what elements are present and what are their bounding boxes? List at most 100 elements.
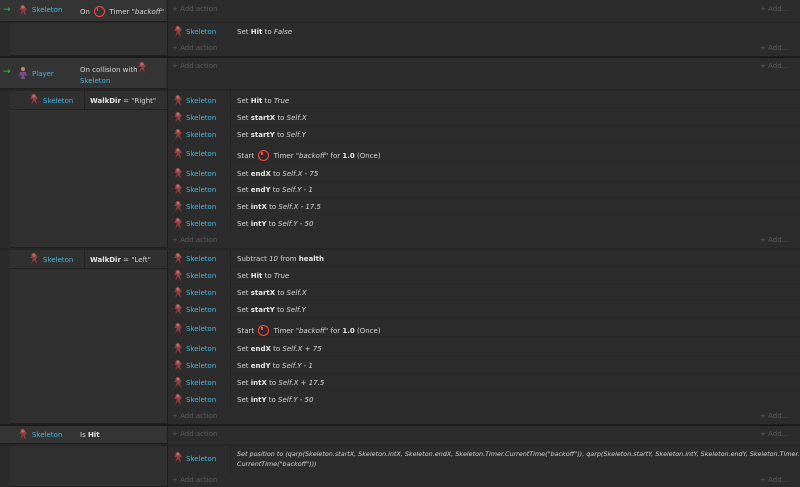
- add-action-link[interactable]: + Add action: [172, 476, 217, 484]
- action-separator: [231, 356, 800, 357]
- action-text[interactable]: Subtract 10 from health: [237, 255, 324, 263]
- condition-object: Player: [32, 70, 54, 78]
- action-object: Skeleton: [186, 455, 217, 463]
- action-object: Skeleton: [186, 289, 217, 297]
- sub-event-walkdir-left[interactable]: [10, 250, 167, 424]
- timer-icon: [94, 6, 106, 17]
- action-separator: [231, 197, 800, 198]
- skeleton-sprite-icon: [174, 270, 182, 281]
- action-text[interactable]: Set intY to Self.Y - 50: [237, 220, 313, 228]
- action-text[interactable]: Set startY to Self.Y: [237, 306, 306, 314]
- add-action-link[interactable]: + Add action: [172, 62, 217, 70]
- add-action-link[interactable]: + Add action: [172, 44, 217, 52]
- add-item-link[interactable]: + Add...: [760, 236, 788, 244]
- sub-event-empty[interactable]: [10, 23, 167, 56]
- action-separator: [231, 214, 800, 215]
- action-text[interactable]: Set Hit to True: [237, 97, 289, 105]
- skeleton-sprite-icon: [174, 253, 182, 264]
- action-separator: [231, 390, 800, 391]
- condition-text: On Timer "backoff": [80, 6, 165, 17]
- action-text[interactable]: Set Hit to False: [237, 28, 292, 36]
- skeleton-sprite-icon: [174, 360, 182, 371]
- action-text[interactable]: Set startX to Self.X: [237, 114, 307, 122]
- timer-icon: [258, 150, 270, 161]
- action-object: Skeleton: [186, 255, 217, 263]
- action-object: Skeleton: [186, 325, 217, 333]
- action-separator: [231, 108, 800, 109]
- action-text[interactable]: Set Hit to True: [237, 272, 289, 280]
- sub-event-walkdir-right[interactable]: [10, 91, 167, 248]
- action-text[interactable]: Start Timer "backoff" for 1.0 (Once): [237, 325, 381, 336]
- timer-icon: [258, 325, 270, 336]
- action-column-divider: [230, 446, 231, 473]
- condition-text: On collision with: [80, 66, 138, 74]
- skeleton-sprite-icon: [174, 184, 182, 195]
- add-item-link[interactable]: + Add...: [760, 430, 788, 438]
- add-item-link[interactable]: + Add...: [760, 5, 788, 13]
- condition-text: Is Hit: [80, 431, 100, 439]
- add-item-link[interactable]: + Add...: [760, 62, 788, 70]
- skeleton-sprite-icon: [138, 62, 146, 73]
- skeleton-sprite-icon: [19, 5, 27, 16]
- add-item-link[interactable]: + Add...: [760, 476, 788, 484]
- event-actions-timer[interactable]: [167, 0, 800, 22]
- condition-divider: [84, 250, 85, 268]
- skeleton-sprite-icon: [174, 95, 182, 106]
- action-separator: [231, 142, 800, 143]
- action-object: Skeleton: [186, 362, 217, 370]
- event-actions-collision[interactable]: [167, 58, 800, 89]
- skeleton-sprite-icon: [30, 253, 38, 264]
- action-object: Skeleton: [186, 131, 217, 139]
- action-object: Skeleton: [186, 220, 217, 228]
- trigger-arrow-icon: →: [3, 5, 11, 15]
- condition-object: Skeleton: [32, 6, 63, 14]
- skeleton-sprite-icon: [174, 148, 182, 159]
- action-text-continued[interactable]: CurrentTime("backoff"))): [237, 460, 317, 468]
- add-item-link[interactable]: + Add...: [760, 44, 788, 52]
- action-object: Skeleton: [186, 379, 217, 387]
- skeleton-sprite-icon: [174, 168, 182, 179]
- action-text[interactable]: Start Timer "backoff" for 1.0 (Once): [237, 150, 381, 161]
- action-column-divider: [230, 250, 231, 408]
- action-text[interactable]: Set position to (qarp(Skeleton.startX, S…: [237, 450, 800, 458]
- action-text[interactable]: Set intY to Self.Y - 50: [237, 396, 313, 404]
- action-object: Skeleton: [186, 28, 217, 36]
- action-text[interactable]: Set endX to Self.X + 75: [237, 345, 322, 353]
- skeleton-sprite-icon: [174, 452, 182, 463]
- event-actions-is-hit[interactable]: [167, 426, 800, 444]
- skeleton-sprite-icon: [174, 304, 182, 315]
- add-action-link[interactable]: + Add action: [172, 236, 217, 244]
- add-action-link[interactable]: + Add action: [172, 430, 217, 438]
- add-item-link[interactable]: + Add...: [760, 412, 788, 420]
- action-text[interactable]: Set startX to Self.X: [237, 289, 307, 297]
- action-separator: [231, 161, 800, 162]
- condition-divider: [10, 109, 167, 110]
- condition-divider: [84, 91, 85, 109]
- add-action-link[interactable]: + Add action: [172, 5, 217, 13]
- action-text[interactable]: Set intX to Self.X + 17.5: [237, 379, 324, 387]
- action-object: Skeleton: [186, 396, 217, 404]
- condition-text: WalkDir = "Left": [90, 256, 151, 264]
- skeleton-sprite-icon: [174, 218, 182, 229]
- condition-divider: [10, 268, 167, 269]
- skeleton-sprite-icon: [174, 323, 182, 334]
- skeleton-sprite-icon: [19, 429, 27, 440]
- add-action-link[interactable]: + Add action: [172, 412, 217, 420]
- action-object: Skeleton: [186, 114, 217, 122]
- action-text[interactable]: Set endY to Self.Y - 1: [237, 362, 313, 370]
- action-separator: [231, 336, 800, 337]
- sub-event-empty[interactable]: [10, 446, 167, 487]
- action-separator: [231, 317, 800, 318]
- action-text[interactable]: Set intX to Self.X - 17.5: [237, 203, 321, 211]
- condition-object: Skeleton: [43, 97, 74, 105]
- action-text[interactable]: Set endX to Self.X - 75: [237, 170, 318, 178]
- action-object: Skeleton: [186, 345, 217, 353]
- skeleton-sprite-icon: [174, 129, 182, 140]
- action-text[interactable]: Set startY to Self.Y: [237, 131, 306, 139]
- skeleton-sprite-icon: [174, 201, 182, 212]
- skeleton-sprite-icon: [30, 94, 38, 105]
- action-object: Skeleton: [186, 170, 217, 178]
- action-object: Skeleton: [186, 203, 217, 211]
- action-text[interactable]: Set endY to Self.Y - 1: [237, 186, 313, 194]
- action-object: Skeleton: [186, 150, 217, 158]
